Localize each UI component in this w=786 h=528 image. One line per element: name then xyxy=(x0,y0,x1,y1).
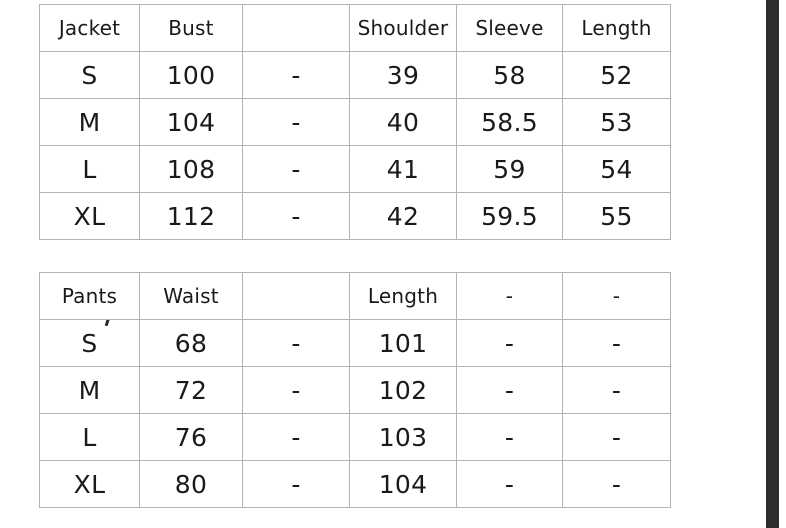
header-cell-shoulder: Shoulder xyxy=(349,4,457,52)
cell-extra-1: - xyxy=(456,413,563,461)
cell-waist: 72 xyxy=(139,366,243,414)
size-chart-page: Jacket Bust Shoulder Sleeve Length S 100… xyxy=(0,0,786,528)
header-cell-dash-2: - xyxy=(562,272,671,320)
header-cell-jacket: Jacket xyxy=(39,4,140,52)
table-header-row: Pants Waist Length - - xyxy=(39,272,671,320)
cell-size: M xyxy=(39,366,140,414)
cell-length: 104 xyxy=(349,460,457,508)
cell-shoulder: 39 xyxy=(349,51,457,99)
cell-size: S xyxy=(39,51,140,99)
scan-artifact-speck xyxy=(104,320,110,326)
header-cell-bust: Bust xyxy=(139,4,243,52)
table-row: M 104 - 40 58.5 53 xyxy=(39,98,671,146)
cell-size: L xyxy=(39,413,140,461)
scan-edge-margin xyxy=(779,0,786,528)
header-cell-length: Length xyxy=(349,272,457,320)
header-cell-pants: Pants xyxy=(39,272,140,320)
header-cell-waist: Waist xyxy=(139,272,243,320)
table-row: M 72 - 102 - - xyxy=(39,366,671,414)
cell-size: M xyxy=(39,98,140,146)
cell-blank: - xyxy=(242,366,350,414)
cell-blank: - xyxy=(242,145,350,193)
table-row: L 108 - 41 59 54 xyxy=(39,145,671,193)
cell-extra-2: - xyxy=(562,366,671,414)
cell-bust: 112 xyxy=(139,192,243,240)
cell-extra-2: - xyxy=(562,460,671,508)
table-row: S 68 - 101 - - xyxy=(39,319,671,367)
cell-waist: 80 xyxy=(139,460,243,508)
cell-extra-1: - xyxy=(456,319,563,367)
cell-waist: 76 xyxy=(139,413,243,461)
table-row: XL 112 - 42 59.5 55 xyxy=(39,192,671,240)
cell-size-text: S xyxy=(81,328,98,358)
jacket-size-table: Jacket Bust Shoulder Sleeve Length S 100… xyxy=(39,4,671,240)
cell-extra-1: - xyxy=(456,460,563,508)
cell-extra-2: - xyxy=(562,319,671,367)
cell-length: 53 xyxy=(562,98,671,146)
cell-shoulder: 40 xyxy=(349,98,457,146)
cell-extra-1: - xyxy=(456,366,563,414)
cell-length: 103 xyxy=(349,413,457,461)
cell-size: XL xyxy=(39,192,140,240)
cell-blank: - xyxy=(242,192,350,240)
cell-sleeve: 58 xyxy=(456,51,563,99)
cell-length: 101 xyxy=(349,319,457,367)
cell-shoulder: 42 xyxy=(349,192,457,240)
cell-shoulder: 41 xyxy=(349,145,457,193)
cell-size: L xyxy=(39,145,140,193)
cell-blank: - xyxy=(242,413,350,461)
header-cell-blank xyxy=(242,272,350,320)
header-cell-dash-1: - xyxy=(456,272,563,320)
table-header-row: Jacket Bust Shoulder Sleeve Length xyxy=(39,4,671,52)
cell-waist: 68 xyxy=(139,319,243,367)
cell-length: 102 xyxy=(349,366,457,414)
cell-length: 52 xyxy=(562,51,671,99)
table-row: S 100 - 39 58 52 xyxy=(39,51,671,99)
cell-blank: - xyxy=(242,319,350,367)
cell-bust: 100 xyxy=(139,51,243,99)
scan-edge-strip xyxy=(766,0,779,528)
cell-blank: - xyxy=(242,51,350,99)
header-cell-length: Length xyxy=(562,4,671,52)
cell-sleeve: 59 xyxy=(456,145,563,193)
cell-blank: - xyxy=(242,98,350,146)
cell-sleeve: 59.5 xyxy=(456,192,563,240)
cell-bust: 104 xyxy=(139,98,243,146)
cell-size: S xyxy=(39,319,140,367)
cell-length: 55 xyxy=(562,192,671,240)
header-cell-blank xyxy=(242,4,350,52)
cell-extra-2: - xyxy=(562,413,671,461)
cell-blank: - xyxy=(242,460,350,508)
pants-size-table: Pants Waist Length - - S 68 - 101 - - M … xyxy=(39,272,671,508)
table-row: XL 80 - 104 - - xyxy=(39,460,671,508)
cell-size: XL xyxy=(39,460,140,508)
cell-length: 54 xyxy=(562,145,671,193)
table-row: L 76 - 103 - - xyxy=(39,413,671,461)
cell-sleeve: 58.5 xyxy=(456,98,563,146)
header-cell-sleeve: Sleeve xyxy=(456,4,563,52)
cell-bust: 108 xyxy=(139,145,243,193)
